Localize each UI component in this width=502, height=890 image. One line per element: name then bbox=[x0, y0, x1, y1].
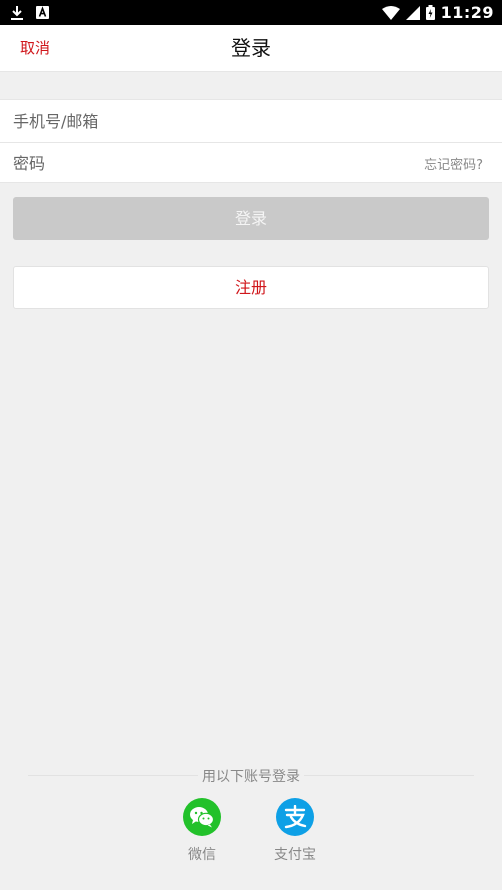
wechat-login-button[interactable]: 微信 bbox=[167, 798, 237, 864]
cancel-button[interactable]: 取消 bbox=[20, 25, 50, 72]
password-row: 忘记密码? bbox=[0, 142, 502, 184]
signal-icon bbox=[405, 5, 420, 20]
download-icon bbox=[10, 5, 24, 21]
alipay-icon bbox=[276, 798, 314, 836]
third-party-label-text: 用以下账号登录 bbox=[198, 769, 304, 785]
login-button[interactable]: 登录 bbox=[13, 197, 489, 240]
password-input[interactable] bbox=[13, 143, 425, 184]
status-bar: 11:29 bbox=[0, 0, 502, 25]
page-title: 登录 bbox=[231, 36, 271, 60]
third-party-label: 用以下账号登录 bbox=[0, 766, 502, 786]
status-time: 11:29 bbox=[440, 3, 494, 22]
battery-icon bbox=[425, 5, 435, 20]
account-row bbox=[0, 100, 502, 142]
wechat-label: 微信 bbox=[188, 847, 216, 863]
app-header: 取消 登录 bbox=[0, 25, 502, 72]
account-input[interactable] bbox=[13, 100, 489, 142]
register-button[interactable]: 注册 bbox=[13, 266, 489, 309]
login-form: 忘记密码? bbox=[0, 99, 502, 184]
forgot-password-link[interactable]: 忘记密码? bbox=[424, 154, 483, 173]
a-notification-icon bbox=[36, 6, 49, 19]
wechat-icon bbox=[183, 798, 221, 836]
wifi-icon bbox=[381, 5, 400, 20]
alipay-login-button[interactable]: 支付宝 bbox=[260, 798, 330, 864]
alipay-label: 支付宝 bbox=[274, 847, 316, 863]
